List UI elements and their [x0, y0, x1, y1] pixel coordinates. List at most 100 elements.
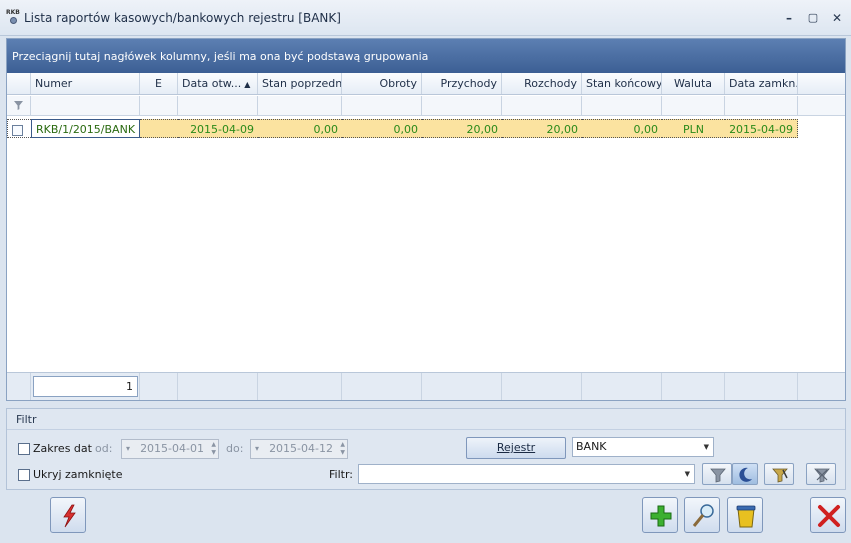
register-button[interactable]: Rejestr — [466, 437, 566, 459]
lightning-icon — [63, 504, 76, 528]
footer-cell-rozchody — [502, 373, 582, 400]
row-checkbox[interactable] — [12, 124, 23, 136]
header-stan-poprzedni[interactable]: Stan poprzedni — [258, 73, 342, 94]
header-data-otw-label: Data otw... — [182, 77, 242, 90]
filter-text-input[interactable]: ▼ — [358, 464, 695, 484]
filter-text-label: Filtr: — [329, 468, 353, 481]
cell-przychody[interactable]: 20,00 — [422, 119, 502, 138]
group-by-hint: Przeciągnij tutaj nagłówek kolumny, jeśl… — [12, 50, 429, 63]
title-bar: RKB Lista raportów kasowych/bankowych re… — [0, 0, 851, 36]
reports-grid: Przeciągnij tutaj nagłówek kolumny, jeśl… — [6, 38, 846, 401]
header-numer-label: Numer — [35, 77, 73, 90]
header-data-zamkn[interactable]: Data zamkn. — [725, 73, 798, 94]
cell-data-otw[interactable]: 2015-04-09 — [178, 119, 258, 138]
grid-filter-row — [7, 96, 845, 116]
footer-cell-waluta — [662, 373, 725, 400]
footer-cell-obroty — [342, 373, 422, 400]
footer-spacer — [7, 373, 31, 400]
date-from-spinner-icon[interactable]: ▲ ▼ — [211, 441, 216, 457]
filter-cell-data-otw[interactable] — [178, 96, 258, 115]
maximize-button[interactable]: ▢ — [805, 10, 821, 26]
delete-button[interactable] — [727, 497, 763, 533]
grid-footer: 1 — [7, 372, 845, 400]
header-numer[interactable]: Numer — [31, 73, 140, 94]
cell-numer[interactable]: RKB/1/2015/BANK — [31, 119, 140, 138]
cell-data-zamkn[interactable]: 2015-04-09 — [725, 119, 798, 138]
filter-cell-stan-poprzedni[interactable] — [258, 96, 342, 115]
filter-cell-data-zamkn[interactable] — [725, 96, 798, 115]
date-to-dropdown-icon[interactable]: ▾ — [255, 440, 259, 458]
cell-stan-poprzedni[interactable]: 0,00 — [258, 119, 342, 138]
header-przychody[interactable]: Przychody — [422, 73, 502, 94]
filter-cell-obroty[interactable] — [342, 96, 422, 115]
plus-icon — [650, 505, 672, 527]
header-waluta[interactable]: Waluta — [662, 73, 725, 94]
row-select-cell[interactable] — [7, 119, 31, 138]
register-select[interactable]: BANK ▼ — [572, 437, 714, 457]
date-from-field[interactable]: ▾ 2015-04-01 ▲ ▼ — [121, 439, 219, 459]
header-stan-koncowy[interactable]: Stan końcowy — [582, 73, 662, 94]
cell-stan-koncowy[interactable]: 0,00 — [582, 119, 662, 138]
filter-cell-waluta[interactable] — [662, 96, 725, 115]
apply-filter-button[interactable] — [702, 463, 732, 485]
header-obroty[interactable]: Obroty — [342, 73, 422, 94]
filter-cell-e[interactable] — [140, 96, 178, 115]
cell-obroty[interactable]: 0,00 — [342, 119, 422, 138]
clear-filter-button[interactable] — [806, 463, 836, 485]
rkb-app-icon: RKB — [6, 9, 20, 25]
footer-cell-stan-poprzedni — [258, 373, 342, 400]
cell-waluta[interactable]: PLN — [662, 119, 725, 138]
filter-cell-stan-koncowy[interactable] — [582, 96, 662, 115]
register-select-value: BANK — [576, 440, 607, 453]
filter-dropdown-icon[interactable]: ▼ — [685, 465, 690, 483]
header-przychody-label: Przychody — [440, 77, 498, 90]
funnel-clear-icon — [814, 468, 830, 483]
header-waluta-label: Waluta — [674, 77, 712, 90]
footer-cell-e — [140, 373, 178, 400]
row-count: 1 — [33, 376, 138, 397]
magnifier-icon — [692, 504, 714, 527]
header-rozchody-label: Rozchody — [524, 77, 577, 90]
group-by-panel[interactable]: Przeciągnij tutaj nagłówek kolumny, jeśl… — [7, 39, 845, 73]
close-button[interactable] — [810, 497, 846, 533]
register-dropdown-icon[interactable]: ▼ — [704, 438, 709, 456]
date-from-value: 2015-04-01 — [140, 442, 204, 455]
header-select-column[interactable] — [7, 73, 31, 94]
filter-mode-button[interactable] — [732, 463, 758, 485]
date-from-dropdown-icon[interactable]: ▾ — [126, 440, 130, 458]
main-window: RKB Lista raportów kasowych/bankowych re… — [0, 0, 851, 543]
from-label: od: — [95, 442, 113, 455]
edit-button[interactable] — [684, 497, 720, 533]
filter-cell-numer[interactable] — [31, 96, 140, 115]
date-to-field[interactable]: ▾ 2015-04-12 ▲ ▼ — [250, 439, 348, 459]
close-x-icon — [818, 505, 840, 527]
filter-row-funnel-icon — [14, 101, 23, 110]
trash-bin-icon — [736, 505, 756, 528]
date-to-value: 2015-04-12 — [269, 442, 333, 455]
filter-cell-rozchody[interactable] — [502, 96, 582, 115]
filter-cell-przychody[interactable] — [422, 96, 502, 115]
close-window-button[interactable]: ✕ — [829, 10, 845, 26]
cell-e[interactable] — [140, 119, 178, 138]
date-to-spinner-icon[interactable]: ▲ ▼ — [340, 441, 345, 457]
filter-panel: Filtr Zakres dat od: ▾ 2015-04-01 ▲ ▼ do:… — [6, 408, 846, 490]
header-obroty-label: Obroty — [379, 77, 417, 90]
header-rozchody[interactable]: Rozchody — [502, 73, 582, 94]
header-e-label: E — [155, 77, 162, 90]
date-range-label: Zakres dat — [33, 442, 92, 455]
filter-builder-button[interactable] — [764, 463, 794, 485]
header-data-otw[interactable]: Data otw... ▲ — [178, 73, 258, 94]
filter-row-icon-cell — [7, 96, 31, 115]
date-range-checkbox[interactable] — [18, 443, 30, 455]
moon-filter-icon — [739, 467, 752, 482]
header-e[interactable]: E — [140, 73, 178, 94]
funnel-icon — [710, 468, 726, 483]
minimize-button[interactable]: – — [781, 10, 797, 26]
table-row[interactable]: RKB/1/2015/BANK 2015-04-09 0,00 0,00 20,… — [7, 119, 845, 138]
cell-rozchody[interactable]: 20,00 — [502, 119, 582, 138]
footer-count-cell: 1 — [31, 373, 140, 400]
filter-divider — [7, 429, 845, 430]
lightning-action-button[interactable] — [50, 497, 86, 533]
add-button[interactable] — [642, 497, 678, 533]
hide-closed-checkbox[interactable] — [18, 469, 30, 481]
